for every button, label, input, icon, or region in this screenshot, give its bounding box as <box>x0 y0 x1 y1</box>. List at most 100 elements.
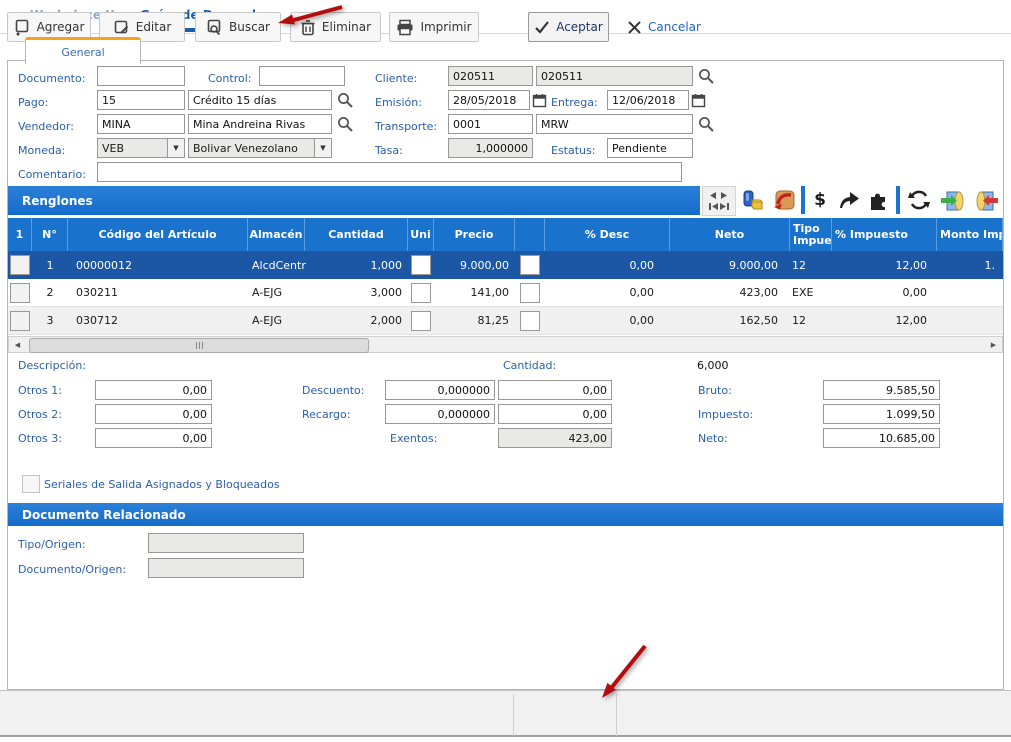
row-cell-num: 3 <box>32 307 68 334</box>
aceptar-button[interactable]: Aceptar <box>528 12 609 42</box>
column-header-pct-impuesto[interactable]: % Impuesto <box>832 218 937 251</box>
column-header-monto-impuesto[interactable]: Monto Impuesto <box>937 218 1003 251</box>
tasa-label: Tasa: <box>375 144 403 157</box>
moneda-code-select[interactable]: VEB ▼ <box>97 138 185 158</box>
transporte-code-input[interactable] <box>448 114 533 134</box>
column-header-codigo[interactable]: Código del Artículo <box>68 218 248 251</box>
plugin-tool-button[interactable] <box>866 186 890 214</box>
control-label: Control: <box>208 72 251 85</box>
moneda-name-dropdown-icon[interactable]: ▼ <box>314 139 331 157</box>
cliente-code-input[interactable] <box>448 66 533 86</box>
otros1-input[interactable] <box>95 380 212 400</box>
recargo-amt-input[interactable] <box>498 404 612 424</box>
row-selector-checkbox[interactable] <box>10 311 30 331</box>
row-cell-pct-imp: 12,00 <box>832 251 937 279</box>
row-checkbox[interactable] <box>520 283 540 303</box>
control-input[interactable] <box>259 66 345 86</box>
estatus-input[interactable] <box>607 138 693 158</box>
dollar-icon: $ <box>814 190 826 210</box>
forward-tool-button[interactable] <box>836 186 862 214</box>
refresh-tool-button[interactable] <box>905 186 933 214</box>
documento-origen-input[interactable] <box>148 558 304 578</box>
tipo-origen-input[interactable] <box>148 533 304 553</box>
column-header-sel[interactable]: 1 <box>8 218 32 251</box>
tab-general[interactable]: General <box>25 37 141 64</box>
cube-icon <box>741 188 765 212</box>
row-cell-chk <box>515 251 545 279</box>
column-header-almacen[interactable]: Almacén <box>248 218 305 251</box>
row-cell-cantidad: 2,000 <box>305 307 408 334</box>
db-export-tool-button[interactable] <box>972 186 1002 214</box>
column-header-desc[interactable]: % Desc <box>545 218 670 251</box>
uni-checkbox[interactable] <box>411 311 431 331</box>
column-header-num[interactable]: N° <box>32 218 68 251</box>
cube-tool-button[interactable] <box>740 186 766 214</box>
table-row[interactable]: 1 00000012 AlcdCentr 1,000 9.000,00 0,00… <box>8 251 1003 279</box>
vendedor-code-input[interactable] <box>97 114 185 134</box>
scrollbar-thumb[interactable] <box>29 338 369 353</box>
cancelar-button[interactable]: Cancelar <box>620 12 708 42</box>
emision-date-input[interactable] <box>448 90 530 110</box>
table-row[interactable]: 2 030211 A-EJG 3,000 141,00 0,00 423,00 … <box>8 279 1003 307</box>
row-checkbox[interactable] <box>520 311 540 331</box>
seriales-checkbox[interactable] <box>22 475 40 493</box>
entrega-date-input[interactable] <box>607 90 689 110</box>
column-header-precio[interactable]: Precio <box>434 218 515 251</box>
column-header-neto[interactable]: Neto <box>670 218 790 251</box>
renglones-section-header: Renglones <box>8 186 700 215</box>
comentario-input[interactable] <box>97 162 682 182</box>
vendedor-search-icon[interactable] <box>336 115 354 133</box>
buscar-button[interactable]: Buscar <box>195 12 281 42</box>
bruto-input[interactable] <box>823 380 940 400</box>
pago-name-input[interactable] <box>188 90 332 110</box>
column-header-tipo-impuesto[interactable]: Tipo Impuesto <box>790 218 832 251</box>
transporte-name-input[interactable] <box>536 114 693 134</box>
otros2-input[interactable] <box>95 404 212 424</box>
uni-checkbox[interactable] <box>411 255 431 275</box>
moneda-code-dropdown-icon[interactable]: ▼ <box>167 139 184 157</box>
scroll-left-button[interactable]: ◀ <box>9 337 26 352</box>
grid-horizontal-scrollbar[interactable]: ◀ ▶ <box>8 336 1003 353</box>
emision-calendar-icon[interactable] <box>530 91 548 109</box>
descuento-pct-input[interactable] <box>385 380 495 400</box>
close-icon <box>627 20 642 35</box>
recargo-pct-input[interactable] <box>385 404 495 424</box>
documento-input[interactable] <box>97 66 185 86</box>
imprimir-button[interactable]: Imprimir <box>389 12 479 42</box>
scroll-right-button[interactable]: ▶ <box>985 337 1002 352</box>
row-selector-checkbox[interactable] <box>10 255 30 275</box>
table-row[interactable]: 3 030712 A-EJG 2,000 81,25 0,00 162,50 1… <box>8 307 1003 335</box>
column-header-cantidad[interactable]: Cantidad <box>305 218 408 251</box>
row-checkbox[interactable] <box>520 255 540 275</box>
row-selector-checkbox[interactable] <box>10 283 30 303</box>
entrega-calendar-icon[interactable] <box>689 91 707 109</box>
moneda-name-select[interactable]: Bolivar Venezolano ▼ <box>188 138 332 158</box>
column-header-uni[interactable]: Uni <box>408 218 434 251</box>
row-cell-codigo: 00000012 <box>68 251 248 279</box>
pago-code-input[interactable] <box>97 90 185 110</box>
tasa-input[interactable] <box>448 138 533 158</box>
agregar-label: Agregar <box>37 20 85 34</box>
db-import-tool-button[interactable] <box>938 186 968 214</box>
cliente-name-input[interactable] <box>536 66 693 86</box>
imprimir-label: Imprimir <box>420 20 471 34</box>
row-navigation-buttons[interactable] <box>702 186 736 216</box>
impuesto-input[interactable] <box>823 404 940 424</box>
uni-checkbox[interactable] <box>411 283 431 303</box>
edit-icon <box>113 19 130 36</box>
vendedor-name-input[interactable] <box>188 114 332 134</box>
column-header-chk[interactable] <box>515 218 545 251</box>
curved-arrow-icon <box>837 189 861 211</box>
neto-input[interactable] <box>823 428 940 448</box>
otros3-input[interactable] <box>95 428 212 448</box>
exentos-input[interactable] <box>498 428 612 448</box>
transporte-search-icon[interactable] <box>697 115 715 133</box>
dollar-tool-button[interactable]: $ <box>810 186 830 214</box>
cliente-search-icon[interactable] <box>697 67 715 85</box>
row-cell-sel <box>8 279 32 306</box>
bottom-toolbar <box>0 690 1011 737</box>
export-tool-button[interactable] <box>770 186 798 214</box>
descuento-amt-input[interactable] <box>498 380 612 400</box>
eliminar-button[interactable]: Eliminar <box>290 12 381 42</box>
pago-search-icon[interactable] <box>336 91 354 109</box>
